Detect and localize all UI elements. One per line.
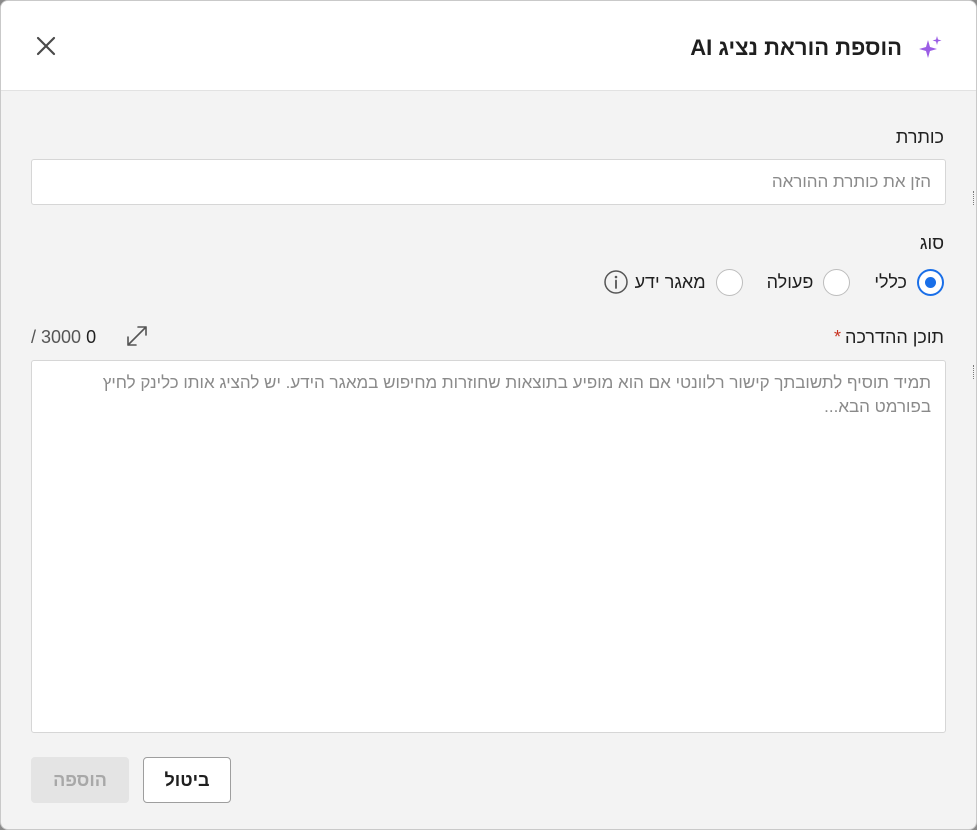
char-count: 0 xyxy=(86,327,97,347)
resize-handle[interactable] xyxy=(973,191,976,205)
type-option-knowledge-base[interactable]: מאגר ידע xyxy=(603,268,743,296)
close-icon[interactable] xyxy=(34,34,58,58)
title-field-label: כותרת xyxy=(895,127,944,147)
type-field-label: סוג xyxy=(919,233,944,253)
radio-general[interactable] xyxy=(917,268,944,296)
radio-knowledge-base[interactable] xyxy=(715,268,743,296)
content-field-label: תוכן ההדרכה* xyxy=(834,326,944,348)
content-label-text: תוכן ההדרכה xyxy=(845,327,944,347)
char-max: / 3000 xyxy=(31,327,82,347)
type-option-label: פעולה xyxy=(766,271,814,292)
info-icon[interactable] xyxy=(603,269,629,295)
content-textarea[interactable] xyxy=(31,360,946,733)
radio-action[interactable] xyxy=(823,268,851,296)
add-button[interactable]: הוספה xyxy=(31,757,129,803)
title-input[interactable] xyxy=(31,159,946,205)
dialog-header: הוספת הוראת נציג AI xyxy=(1,1,976,91)
sparkle-icon xyxy=(919,36,942,58)
dialog-title: הוספת הוראת נציג AI xyxy=(690,35,902,60)
type-radio-group: כללי פעולה מאגר ידע xyxy=(603,267,944,297)
required-mark: * xyxy=(834,327,842,347)
type-option-general[interactable]: כללי xyxy=(874,268,944,296)
type-option-label: מאגר ידע xyxy=(634,271,706,292)
expand-icon[interactable] xyxy=(125,324,149,348)
type-option-action[interactable]: פעולה xyxy=(766,268,851,296)
add-instruction-dialog: הוספת הוראת נציג AI כותרת סוג כללי פעולה… xyxy=(0,0,977,830)
cancel-button[interactable]: ביטול xyxy=(143,757,231,803)
resize-handle[interactable] xyxy=(973,365,976,379)
type-option-label: כללי xyxy=(874,271,907,292)
char-counter: / 3000 0 xyxy=(31,326,96,348)
